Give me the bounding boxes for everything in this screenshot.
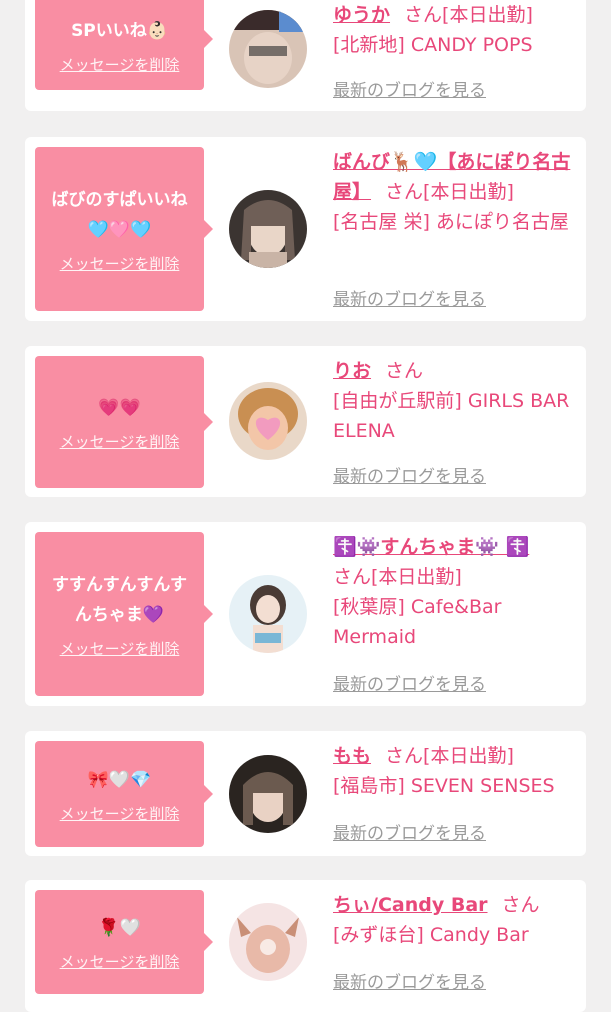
message-text: 💗💗	[98, 397, 141, 418]
latest-blog-link[interactable]: 最新のブログを見る	[333, 968, 486, 993]
latest-blog-link[interactable]: 最新のブログを見る	[333, 670, 486, 695]
honorific: さん	[404, 4, 443, 26]
latest-blog-link[interactable]: 最新のブログを見る	[333, 462, 486, 487]
message-text: すすんすんすんすんちゃま💜	[52, 574, 187, 625]
honorific: さん	[333, 566, 372, 588]
avatar[interactable]	[229, 190, 307, 268]
message-bubble: 💗💗 メッセージを削除	[35, 356, 213, 488]
honorific: さん	[385, 181, 424, 203]
message-text: 🌹🤍	[98, 917, 141, 938]
shop-name: [秋葉原] Cafe&Bar Mermaid	[333, 596, 502, 648]
girl-info: ばんび🦌🩵【あにぽり名古屋】 さん[本日出勤] [名古屋 栄] あにぽり名古屋	[333, 147, 578, 237]
status-badge: [本日出勤]	[371, 566, 462, 588]
avatar-photo	[229, 755, 307, 833]
honorific: さん	[501, 894, 540, 916]
avatar-photo	[229, 10, 307, 88]
delete-message-link[interactable]: メッセージを削除	[60, 54, 180, 75]
delete-message-link[interactable]: メッセージを削除	[60, 431, 180, 452]
delete-message-link[interactable]: メッセージを削除	[60, 638, 180, 659]
shop-name: [名古屋 栄] あにぽり名古屋	[333, 211, 569, 233]
avatar[interactable]	[229, 903, 307, 981]
latest-blog-link[interactable]: 最新のブログを見る	[333, 819, 486, 844]
girl-name-link[interactable]: もも	[333, 745, 371, 767]
avatar[interactable]	[229, 755, 307, 833]
avatar-photo	[229, 382, 307, 460]
avatar[interactable]	[229, 10, 307, 88]
shop-name: [自由が丘駅前] GIRLS BAR ELENA	[333, 390, 570, 442]
girl-name-link[interactable]: ゆうか	[333, 4, 390, 26]
message-card: すすんすんすんすんちゃま💜 メッセージを削除 ☦️👾すんちゃま👾 ☦️ さん[本…	[25, 522, 586, 706]
avatar[interactable]	[229, 382, 307, 460]
message-card: ばびのすぱいいね🩵🩷🩵 メッセージを削除 ばんび🦌🩵【あにぽり名古屋】 さん[本日…	[25, 137, 586, 321]
message-bubble: すすんすんすんすんちゃま💜 メッセージを削除	[35, 532, 213, 696]
delete-message-link[interactable]: メッセージを削除	[60, 253, 180, 274]
message-bubble: 🎀🤍💎 メッセージを削除	[35, 741, 213, 847]
avatar-photo	[229, 903, 307, 981]
shop-name: [北新地] CANDY POPS	[333, 34, 533, 56]
girl-name-link[interactable]: ちぃ/Candy Bar	[333, 894, 488, 916]
message-bubble: SPいいね👶🏻 メッセージを削除	[35, 0, 213, 90]
message-bubble: 🌹🤍 メッセージを削除	[35, 890, 213, 994]
delete-message-link[interactable]: メッセージを削除	[60, 951, 180, 972]
latest-blog-link[interactable]: 最新のブログを見る	[333, 76, 486, 101]
status-badge: [本日出勤]	[442, 4, 533, 26]
girl-info: ゆうか さん[本日出勤] [北新地] CANDY POPS	[333, 0, 578, 60]
status-badge: [本日出勤]	[423, 745, 514, 767]
honorific: さん	[385, 745, 424, 767]
girl-info: ちぃ/Candy Bar さん [みずほ台] Candy Bar	[333, 890, 578, 950]
message-card: 🎀🤍💎 メッセージを削除 もも さん[本日出勤] [福島市] SEVEN SENS…	[25, 731, 586, 856]
status-badge: [本日出勤]	[423, 181, 514, 203]
message-text: 🎀🤍💎	[87, 769, 152, 790]
latest-blog-link[interactable]: 最新のブログを見る	[333, 285, 486, 310]
message-card: 💗💗 メッセージを削除 りお さん [自由が丘駅前] GIRLS BAR ELEN…	[25, 346, 586, 497]
message-text: ばびのすぱいいね🩵🩷🩵	[51, 189, 188, 240]
girl-info: りお さん [自由が丘駅前] GIRLS BAR ELENA	[333, 356, 578, 446]
message-card: 🌹🤍 メッセージを削除 ちぃ/Candy Bar さん [みずほ台] Candy …	[25, 880, 586, 1012]
honorific: さん	[385, 360, 424, 382]
message-card: SPいいね👶🏻 メッセージを削除 ゆうか さん[本日出勤] [北新地] CANDY…	[25, 0, 586, 111]
girl-name-link[interactable]: りお	[333, 360, 371, 382]
shop-name: [福島市] SEVEN SENSES	[333, 775, 555, 797]
message-bubble: ばびのすぱいいね🩵🩷🩵 メッセージを削除	[35, 147, 213, 311]
girl-info: もも さん[本日出勤] [福島市] SEVEN SENSES	[333, 741, 578, 801]
girl-name-link[interactable]: ☦️👾すんちゃま👾 ☦️	[333, 536, 529, 558]
shop-name: [みずほ台] Candy Bar	[333, 924, 529, 946]
girl-info: ☦️👾すんちゃま👾 ☦️ さん[本日出勤] [秋葉原] Cafe&Bar Mer…	[333, 532, 578, 652]
avatar-photo	[229, 575, 307, 653]
delete-message-link[interactable]: メッセージを削除	[60, 803, 180, 824]
avatar-photo	[229, 190, 307, 268]
message-text: SPいいね👶🏻	[71, 20, 168, 41]
avatar[interactable]	[229, 575, 307, 653]
